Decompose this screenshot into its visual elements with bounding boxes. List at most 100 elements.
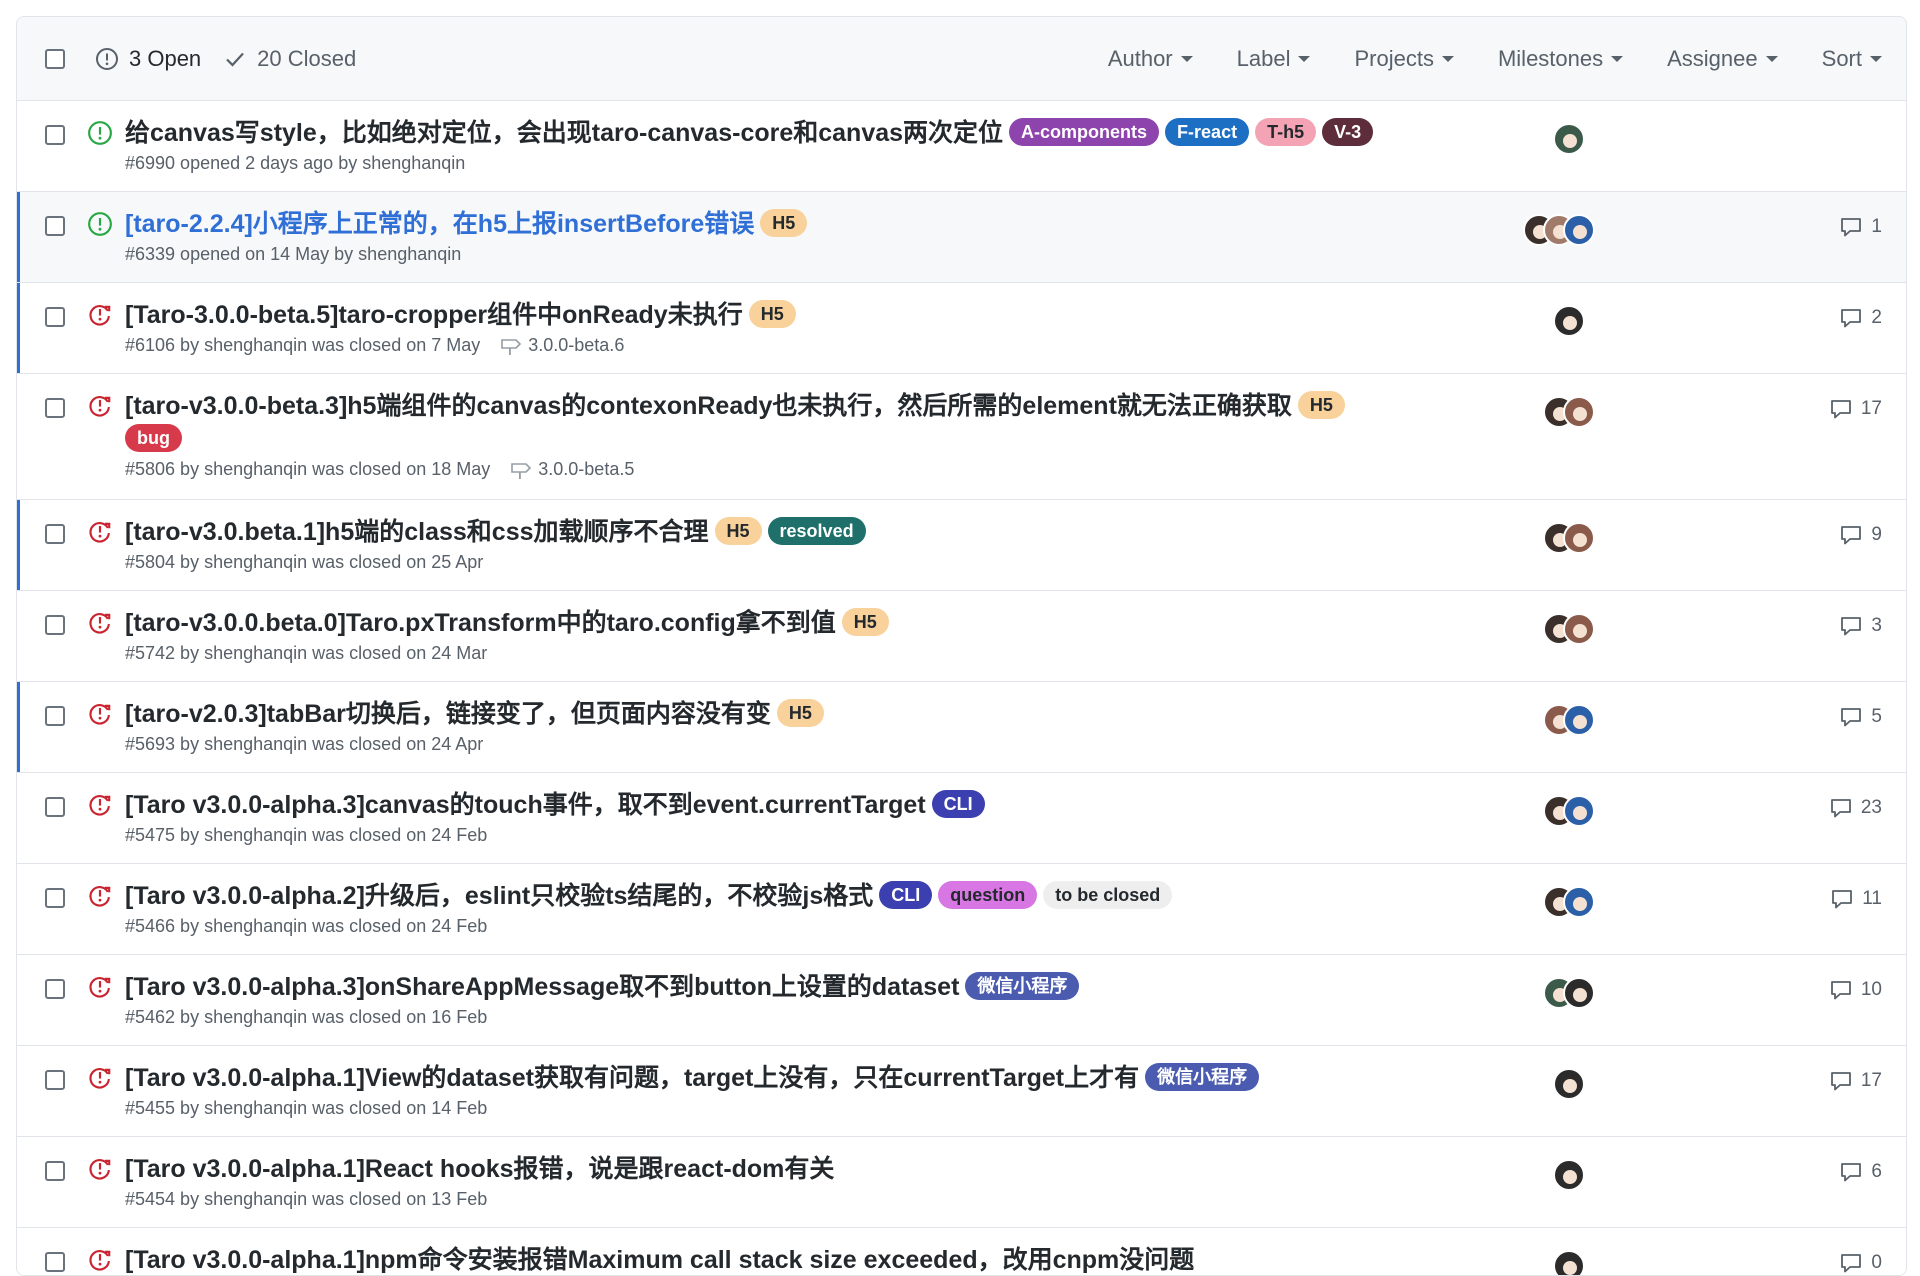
assignee-avatars[interactable] [1553, 123, 1585, 157]
closed-issues-toggle[interactable]: 20 Closed [223, 46, 356, 72]
issue-title-link[interactable]: [taro-v3.0.beta.1]h5端的class和css加载顺序不合理 [125, 518, 709, 546]
comments-link[interactable]: 23 [1829, 797, 1882, 819]
issue-label[interactable]: to be closed [1043, 881, 1173, 909]
issue-checkbox[interactable] [45, 797, 65, 817]
issue-label[interactable]: 微信小程序 [1145, 1063, 1260, 1091]
issue-title-link[interactable]: [Taro-3.0.0-beta.5]taro-cropper组件中onRead… [125, 301, 743, 329]
issue-title-link[interactable]: [Taro v3.0.0-alpha.2]升级后，eslint只校验ts结尾的，… [125, 882, 873, 910]
comments-link[interactable]: 0 [1839, 1252, 1882, 1274]
assignee-avatars[interactable] [1543, 522, 1595, 556]
issue-title-link[interactable]: [taro-v3.0.0-beta.3]h5端组件的canvas的contexo… [125, 392, 1292, 420]
comments-link[interactable]: 3 [1839, 615, 1882, 637]
assignee-avatars[interactable] [1553, 305, 1585, 339]
comments-link[interactable]: 5 [1839, 706, 1882, 728]
issue-row[interactable]: [taro-v3.0.beta.1]h5端的class和css加载顺序不合理 H5… [17, 500, 1906, 591]
issue-title-link[interactable]: [Taro v3.0.0-alpha.1]npm命令安装报错Maximum ca… [125, 1246, 1194, 1274]
issue-row[interactable]: [Taro-3.0.0-beta.5]taro-cropper组件中onRead… [17, 283, 1906, 374]
issue-checkbox[interactable] [45, 615, 65, 635]
issue-label[interactable]: H5 [1297, 391, 1345, 419]
open-issues-toggle[interactable]: 3 Open [95, 46, 201, 72]
avatar[interactable] [1563, 795, 1595, 827]
issue-checkbox[interactable] [45, 216, 65, 236]
issue-title-link[interactable]: [Taro v3.0.0-alpha.1]View的dataset获取有问题，t… [125, 1064, 1139, 1092]
avatar[interactable] [1563, 704, 1595, 736]
issue-row[interactable]: [taro-v3.0.0-beta.3]h5端组件的canvas的contexo… [17, 374, 1906, 500]
issue-row[interactable]: [Taro v3.0.0-alpha.3]canvas的touch事件，取不到e… [17, 773, 1906, 864]
filter-assignee[interactable]: Assignee [1667, 46, 1778, 72]
avatar[interactable] [1563, 396, 1595, 428]
milestone-link[interactable]: 3.0.0-beta.5 [510, 459, 634, 480]
assignee-avatars[interactable] [1553, 1250, 1585, 1275]
filter-label[interactable]: Label [1237, 46, 1311, 72]
issue-row[interactable]: [Taro v3.0.0-alpha.2]升级后，eslint只校验ts结尾的，… [17, 864, 1906, 955]
issue-label[interactable]: resolved [767, 517, 866, 545]
filter-milestones[interactable]: Milestones [1498, 46, 1624, 72]
issue-checkbox[interactable] [45, 706, 65, 726]
issue-label[interactable]: F-react [1165, 118, 1250, 146]
filter-author[interactable]: Author [1108, 46, 1193, 72]
avatar[interactable] [1563, 977, 1595, 1009]
comments-link[interactable]: 17 [1829, 398, 1882, 420]
issue-checkbox[interactable] [45, 888, 65, 908]
issue-label[interactable]: question [938, 881, 1038, 909]
comments-link[interactable]: 10 [1829, 979, 1882, 1001]
comments-link[interactable]: 17 [1829, 1070, 1882, 1092]
assignee-avatars[interactable] [1543, 795, 1595, 829]
issue-row[interactable]: [Taro v3.0.0-alpha.1]React hooks报错，说是跟re… [17, 1137, 1906, 1228]
issue-row[interactable]: 给canvas写style，比如绝对定位，会出现taro-canvas-core… [17, 101, 1906, 192]
avatar[interactable] [1553, 123, 1585, 155]
avatar[interactable] [1563, 214, 1595, 246]
avatar[interactable] [1553, 1068, 1585, 1100]
issue-title-link[interactable]: [Taro v3.0.0-alpha.3]canvas的touch事件，取不到e… [125, 791, 926, 819]
assignee-avatars[interactable] [1543, 396, 1595, 430]
comments-link[interactable]: 6 [1839, 1161, 1882, 1183]
select-all-checkbox[interactable] [45, 48, 65, 69]
issue-label[interactable]: T-h5 [1255, 118, 1317, 146]
issue-label[interactable]: H5 [841, 608, 889, 636]
issue-title-link[interactable]: [Taro v3.0.0-alpha.3]onShareAppMessage取不… [125, 973, 959, 1001]
issue-checkbox[interactable] [45, 524, 65, 544]
issue-label[interactable]: V-3 [1322, 118, 1374, 146]
milestone-link[interactable]: 3.0.0-beta.6 [500, 335, 624, 356]
issue-row[interactable]: [taro-v3.0.0.beta.0]Taro.pxTransform中的ta… [17, 591, 1906, 682]
assignee-avatars[interactable] [1523, 214, 1595, 248]
issue-label[interactable]: H5 [714, 517, 762, 545]
avatar[interactable] [1553, 305, 1585, 337]
avatar[interactable] [1553, 1250, 1585, 1275]
issue-label[interactable]: A-components [1009, 118, 1160, 146]
comments-link[interactable]: 2 [1839, 307, 1882, 329]
issue-row[interactable]: [taro-2.2.4]小程序上正常的，在h5上报insertBefore错误 H… [17, 192, 1906, 283]
assignee-avatars[interactable] [1543, 977, 1595, 1011]
issue-checkbox[interactable] [45, 125, 65, 145]
issue-label[interactable]: 微信小程序 [965, 972, 1080, 1000]
avatar[interactable] [1553, 1159, 1585, 1191]
filter-sort[interactable]: Sort [1822, 46, 1882, 72]
issue-label[interactable]: H5 [760, 209, 808, 237]
assignee-avatars[interactable] [1543, 704, 1595, 738]
issue-row[interactable]: [Taro v3.0.0-alpha.1]npm命令安装报错Maximum ca… [17, 1228, 1906, 1275]
assignee-avatars[interactable] [1543, 886, 1595, 920]
comments-link[interactable]: 1 [1839, 216, 1882, 238]
issue-row[interactable]: [taro-v2.0.3]tabBar切换后，链接变了，但页面内容没有变 H5 #5… [17, 682, 1906, 773]
issue-checkbox[interactable] [45, 398, 65, 418]
filter-projects[interactable]: Projects [1354, 46, 1454, 72]
issue-label[interactable]: H5 [748, 300, 796, 328]
avatar[interactable] [1563, 613, 1595, 645]
assignee-avatars[interactable] [1553, 1068, 1585, 1102]
issue-title-link[interactable]: [taro-v2.0.3]tabBar切换后，链接变了，但页面内容没有变 [125, 700, 771, 728]
comments-link[interactable]: 11 [1830, 888, 1882, 910]
assignee-avatars[interactable] [1553, 1159, 1585, 1193]
issue-title-link[interactable]: 给canvas写style，比如绝对定位，会出现taro-canvas-core… [125, 119, 1003, 147]
issue-label[interactable]: CLI [879, 881, 933, 909]
issue-row[interactable]: [Taro v3.0.0-alpha.1]View的dataset获取有问题，t… [17, 1046, 1906, 1137]
issue-label[interactable]: CLI [931, 790, 985, 818]
issue-checkbox[interactable] [45, 1161, 65, 1181]
issue-title-link[interactable]: [Taro v3.0.0-alpha.1]React hooks报错，说是跟re… [125, 1155, 834, 1183]
issue-checkbox[interactable] [45, 1070, 65, 1090]
comments-link[interactable]: 9 [1839, 524, 1882, 546]
issue-label[interactable]: H5 [776, 699, 824, 727]
issue-title-link[interactable]: [taro-2.2.4]小程序上正常的，在h5上报insertBefore错误 [125, 210, 754, 238]
avatar[interactable] [1563, 886, 1595, 918]
issue-checkbox[interactable] [45, 1252, 65, 1272]
issue-checkbox[interactable] [45, 979, 65, 999]
